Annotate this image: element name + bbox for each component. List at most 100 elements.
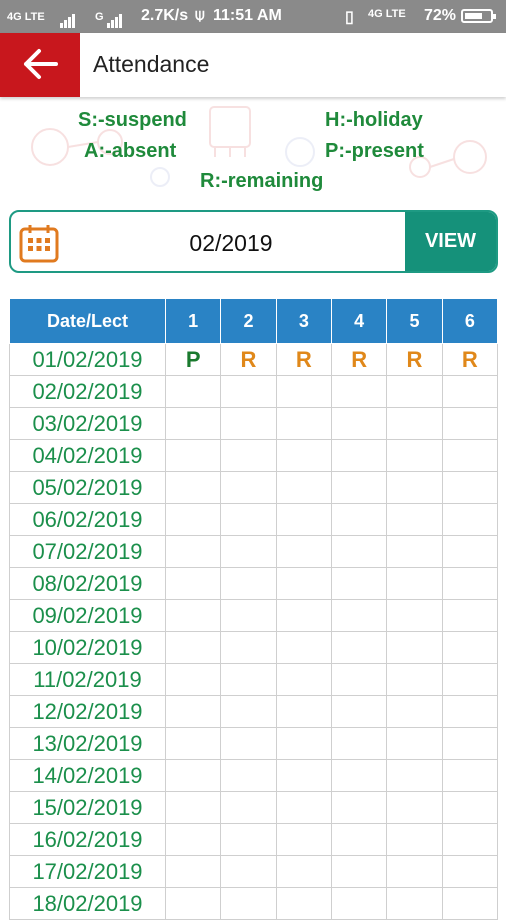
- date-cell: 17/02/2019: [9, 855, 166, 888]
- network-type-label: 4G LTE: [7, 11, 45, 23]
- attendance-cell: [164, 375, 222, 408]
- attendance-cell: [330, 567, 388, 600]
- attendance-cell: [441, 855, 499, 888]
- header-lect-1: 1: [164, 298, 222, 344]
- usb-icon: ⍦: [195, 7, 205, 24]
- attendance-cell: [220, 727, 277, 760]
- battery-icon: [461, 9, 496, 23]
- date-cell: 03/02/2019: [9, 407, 166, 440]
- date-cell: 06/02/2019: [9, 503, 166, 536]
- attendance-cell: [441, 695, 499, 728]
- attendance-cell: [330, 663, 388, 696]
- attendance-table: Date/Lect 1 2 3 4 5 6 01/02/2019 P R R R R R 02…: [9, 298, 499, 920]
- attendance-cell: [330, 791, 388, 824]
- table-row: 12/02/2019: [9, 695, 499, 728]
- attendance-cell: [220, 823, 277, 856]
- attendance-cell: [275, 727, 332, 760]
- table-row: 07/02/2019: [9, 535, 499, 568]
- attendance-cell: [330, 471, 388, 504]
- attendance-cell: [220, 567, 277, 600]
- attendance-cell: [220, 791, 277, 824]
- attendance-cell: [164, 823, 222, 856]
- attendance-cell: [275, 887, 332, 920]
- attendance-cell: [386, 791, 443, 824]
- table-row: 04/02/2019: [9, 439, 499, 472]
- attendance-cell: [220, 503, 277, 536]
- attendance-cell: [220, 663, 277, 696]
- table-row: 13/02/2019: [9, 727, 499, 760]
- signal-icon-2: [107, 10, 123, 28]
- table-row: 06/02/2019: [9, 503, 499, 536]
- attendance-cell: [386, 631, 443, 664]
- attendance-cell: [386, 375, 443, 408]
- month-field[interactable]: 02/2019: [151, 230, 311, 257]
- table-row: 02/02/2019: [9, 375, 499, 408]
- attendance-cell: [386, 855, 443, 888]
- attendance-cell: [275, 407, 332, 440]
- table-row: 09/02/2019: [9, 599, 499, 632]
- calendar-icon[interactable]: [19, 223, 59, 268]
- attendance-cell: [386, 695, 443, 728]
- header-lect-6: 6: [441, 298, 499, 344]
- back-button[interactable]: [0, 33, 80, 97]
- table-row: 18/02/2019: [9, 887, 499, 920]
- attendance-cell: [330, 407, 388, 440]
- attendance-cell: [164, 471, 222, 504]
- attendance-cell: [220, 759, 277, 792]
- attendance-cell: [441, 727, 499, 760]
- legend-suspend: S:-suspend: [78, 109, 187, 131]
- attendance-cell: [275, 503, 332, 536]
- date-cell: 07/02/2019: [9, 535, 166, 568]
- attendance-cell: [220, 439, 277, 472]
- vibrate-icon: ▯: [345, 9, 354, 26]
- attendance-cell: [330, 503, 388, 536]
- table-row: 15/02/2019: [9, 791, 499, 824]
- table-row: 11/02/2019: [9, 663, 499, 696]
- attendance-cell: R: [275, 343, 332, 376]
- attendance-cell: [441, 823, 499, 856]
- attendance-cell: [386, 535, 443, 568]
- table-row: 08/02/2019: [9, 567, 499, 600]
- status-bar: 4G LTE G 2.7K/s ⍦ 11:51 AM ▯ 4G LTE 72%: [0, 0, 506, 33]
- attendance-cell: [275, 663, 332, 696]
- attendance-cell: [386, 663, 443, 696]
- network-speed: 2.7K/s: [141, 7, 189, 24]
- date-cell: 11/02/2019: [9, 663, 166, 696]
- attendance-cell: [220, 855, 277, 888]
- header-lect-4: 4: [330, 298, 388, 344]
- attendance-cell: [275, 567, 332, 600]
- date-cell: 16/02/2019: [9, 823, 166, 856]
- attendance-cell: [441, 471, 499, 504]
- battery-percent: 72%: [424, 7, 457, 24]
- attendance-cell: [386, 439, 443, 472]
- date-cell: 13/02/2019: [9, 727, 166, 760]
- attendance-cell: [220, 631, 277, 664]
- attendance-cell: [441, 503, 499, 536]
- attendance-cell: [164, 631, 222, 664]
- attendance-cell: R: [386, 343, 443, 376]
- attendance-cell: [220, 471, 277, 504]
- attendance-cell: [386, 567, 443, 600]
- date-cell: 12/02/2019: [9, 695, 166, 728]
- attendance-cell: [275, 823, 332, 856]
- view-button[interactable]: VIEW: [405, 212, 496, 271]
- table-row: 10/02/2019: [9, 631, 499, 664]
- attendance-cell: [441, 567, 499, 600]
- attendance-cell: [164, 791, 222, 824]
- attendance-cell: [220, 407, 277, 440]
- attendance-cell: [275, 599, 332, 632]
- attendance-cell: [330, 727, 388, 760]
- attendance-cell: [441, 599, 499, 632]
- attendance-cell: [275, 375, 332, 408]
- network-g-label: G: [95, 11, 104, 23]
- header-lect-5: 5: [386, 298, 443, 344]
- attendance-cell: [164, 407, 222, 440]
- attendance-cell: [441, 631, 499, 664]
- attendance-cell: [275, 439, 332, 472]
- date-cell: 10/02/2019: [9, 631, 166, 664]
- attendance-cell: [330, 439, 388, 472]
- date-cell: 01/02/2019: [9, 343, 166, 376]
- attendance-cell: [330, 855, 388, 888]
- legend-holiday: H:-holiday: [325, 109, 423, 131]
- attendance-cell: [220, 535, 277, 568]
